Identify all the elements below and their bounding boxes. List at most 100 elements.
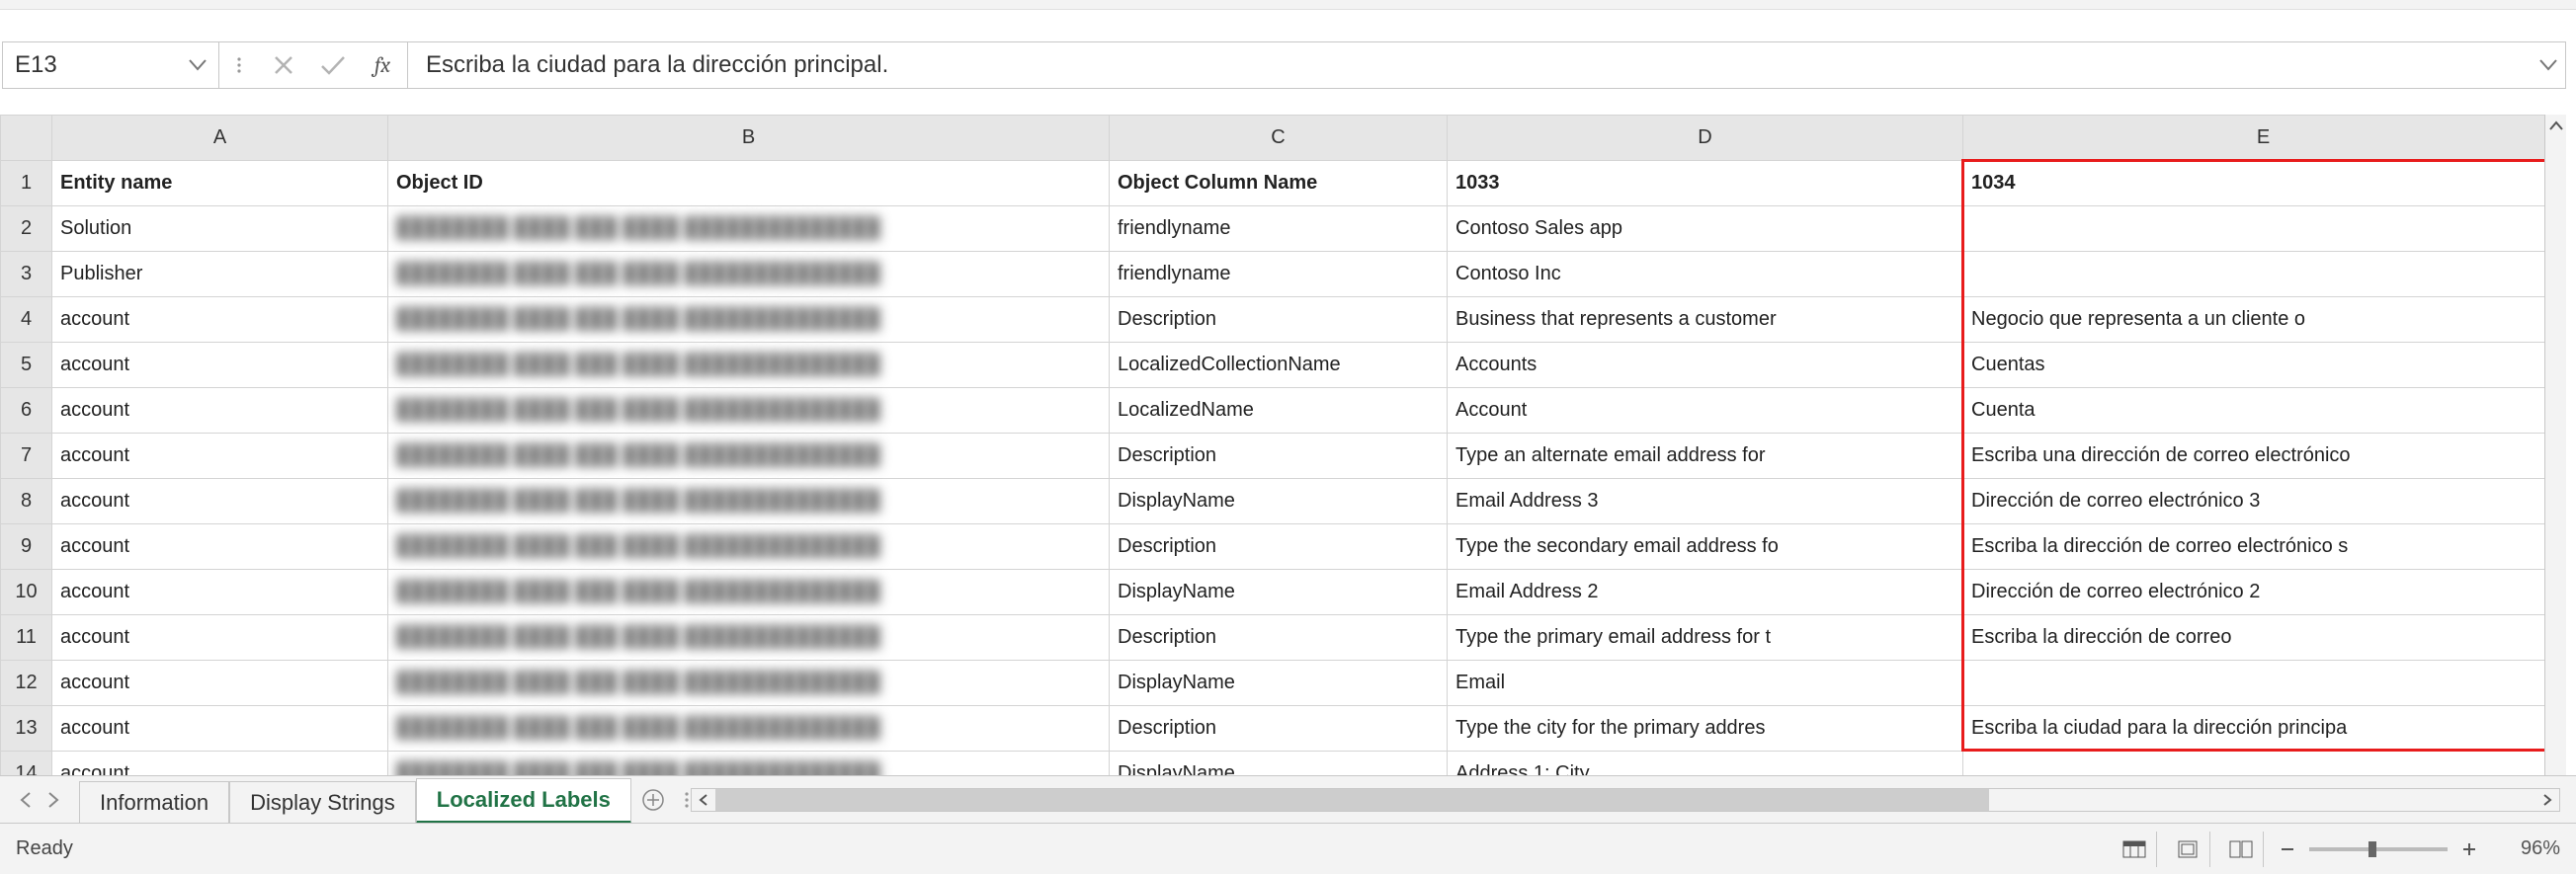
hscroll-grip-icon[interactable]: [682, 788, 692, 812]
scroll-up-icon[interactable]: [2545, 115, 2566, 136]
row-header[interactable]: 5: [1, 343, 52, 388]
cell-D2[interactable]: Contoso Sales app: [1448, 206, 1963, 252]
col-header-D[interactable]: D: [1448, 116, 1963, 161]
name-box-resize-grip[interactable]: [219, 41, 259, 89]
cell-B6[interactable]: ████████ ████ ███ ████ ██████████████: [388, 388, 1110, 434]
cell-D8[interactable]: Email Address 3: [1448, 479, 1963, 524]
cell-B4[interactable]: ████████ ████ ███ ████ ██████████████: [388, 297, 1110, 343]
horizontal-scrollbar[interactable]: [691, 788, 2560, 812]
cell-E11[interactable]: Escriba la dirección de correo: [1963, 615, 2545, 661]
cell-B13[interactable]: ████████ ████ ███ ████ ██████████████: [388, 706, 1110, 752]
row-header[interactable]: 1: [1, 161, 52, 206]
cell-B2[interactable]: ████████ ████ ███ ████ ██████████████: [388, 206, 1110, 252]
cell-D12[interactable]: Email: [1448, 661, 1963, 706]
name-box-dropdown-icon[interactable]: [189, 59, 207, 71]
cancel-formula-button[interactable]: [259, 42, 308, 88]
cell-A6[interactable]: account: [52, 388, 388, 434]
cell-A2[interactable]: Solution: [52, 206, 388, 252]
cell-E12[interactable]: [1963, 661, 2545, 706]
cell-A3[interactable]: Publisher: [52, 252, 388, 297]
cell-E3[interactable]: [1963, 252, 2545, 297]
cell-E6[interactable]: Cuenta: [1963, 388, 2545, 434]
cell-D1[interactable]: 1033: [1448, 161, 1963, 206]
cell-E1[interactable]: 1034: [1963, 161, 2545, 206]
cell-B1[interactable]: Object ID: [388, 161, 1110, 206]
cell-C4[interactable]: Description: [1110, 297, 1448, 343]
cell-B11[interactable]: ████████ ████ ███ ████ ██████████████: [388, 615, 1110, 661]
cell-E4[interactable]: Negocio que representa a un cliente o: [1963, 297, 2545, 343]
enter-formula-button[interactable]: [308, 42, 358, 88]
cell-E14[interactable]: [1963, 752, 2545, 776]
cell-D4[interactable]: Business that represents a customer: [1448, 297, 1963, 343]
cell-E8[interactable]: Dirección de correo electrónico 3: [1963, 479, 2545, 524]
add-sheet-button[interactable]: [631, 788, 675, 812]
row-header[interactable]: 13: [1, 706, 52, 752]
zoom-slider-thumb[interactable]: [2368, 841, 2376, 857]
view-page-layout-button[interactable]: [2165, 832, 2210, 867]
cell-A11[interactable]: account: [52, 615, 388, 661]
cell-A12[interactable]: account: [52, 661, 388, 706]
hscroll-thumb[interactable]: [715, 789, 1990, 811]
cell-B14[interactable]: ████████ ████ ███ ████ ██████████████: [388, 752, 1110, 776]
col-header-C[interactable]: C: [1110, 116, 1448, 161]
cell-A5[interactable]: account: [52, 343, 388, 388]
cell-D13[interactable]: Type the city for the primary addres: [1448, 706, 1963, 752]
scroll-right-icon[interactable]: [2535, 789, 2559, 811]
cell-C9[interactable]: Description: [1110, 524, 1448, 570]
zoom-slider[interactable]: [2309, 847, 2448, 851]
cell-A10[interactable]: account: [52, 570, 388, 615]
cell-A1[interactable]: Entity name: [52, 161, 388, 206]
sheet-tab-information[interactable]: Information: [79, 781, 229, 824]
cell-D3[interactable]: Contoso Inc: [1448, 252, 1963, 297]
cell-C7[interactable]: Description: [1110, 434, 1448, 479]
cell-D9[interactable]: Type the secondary email address fo: [1448, 524, 1963, 570]
worksheet-grid[interactable]: A B C D E 1Entity nameObject IDObject Co…: [0, 115, 2544, 775]
cell-C3[interactable]: friendlyname: [1110, 252, 1448, 297]
col-header-A[interactable]: A: [52, 116, 388, 161]
row-header[interactable]: 3: [1, 252, 52, 297]
cell-B9[interactable]: ████████ ████ ███ ████ ██████████████: [388, 524, 1110, 570]
cell-A9[interactable]: account: [52, 524, 388, 570]
cell-B7[interactable]: ████████ ████ ███ ████ ██████████████: [388, 434, 1110, 479]
row-header[interactable]: 14: [1, 752, 52, 776]
cell-C14[interactable]: DisplayName: [1110, 752, 1448, 776]
insert-function-button[interactable]: fx: [358, 42, 407, 88]
cell-A8[interactable]: account: [52, 479, 388, 524]
cell-E7[interactable]: Escriba una dirección de correo electrón…: [1963, 434, 2545, 479]
cell-C10[interactable]: DisplayName: [1110, 570, 1448, 615]
cell-B8[interactable]: ████████ ████ ███ ████ ██████████████: [388, 479, 1110, 524]
zoom-percent[interactable]: 96%: [2491, 837, 2560, 860]
hscroll-track[interactable]: [715, 789, 2535, 811]
cell-D14[interactable]: Address 1: City: [1448, 752, 1963, 776]
zoom-out-button[interactable]: [2280, 841, 2295, 857]
cell-C1[interactable]: Object Column Name: [1110, 161, 1448, 206]
cell-D10[interactable]: Email Address 2: [1448, 570, 1963, 615]
name-box[interactable]: E13: [2, 41, 219, 89]
view-normal-button[interactable]: [2112, 832, 2157, 867]
cell-E5[interactable]: Cuentas: [1963, 343, 2545, 388]
cell-E9[interactable]: Escriba la dirección de correo electróni…: [1963, 524, 2545, 570]
formula-bar[interactable]: Escriba la ciudad para la dirección prin…: [407, 41, 2566, 89]
scroll-left-icon[interactable]: [692, 789, 715, 811]
cell-C8[interactable]: DisplayName: [1110, 479, 1448, 524]
tab-nav-prev-icon[interactable]: [20, 792, 32, 808]
cell-E10[interactable]: Dirección de correo electrónico 2: [1963, 570, 2545, 615]
cell-C6[interactable]: LocalizedName: [1110, 388, 1448, 434]
cell-C11[interactable]: Description: [1110, 615, 1448, 661]
row-header[interactable]: 8: [1, 479, 52, 524]
cell-A4[interactable]: account: [52, 297, 388, 343]
row-header[interactable]: 9: [1, 524, 52, 570]
cell-C5[interactable]: LocalizedCollectionName: [1110, 343, 1448, 388]
cell-B12[interactable]: ████████ ████ ███ ████ ██████████████: [388, 661, 1110, 706]
cell-A13[interactable]: account: [52, 706, 388, 752]
row-header[interactable]: 7: [1, 434, 52, 479]
formula-bar-expand-icon[interactable]: [2539, 59, 2557, 71]
tab-nav-next-icon[interactable]: [47, 792, 59, 808]
cell-D11[interactable]: Type the primary email address for t: [1448, 615, 1963, 661]
cell-A7[interactable]: account: [52, 434, 388, 479]
cell-C12[interactable]: DisplayName: [1110, 661, 1448, 706]
sheet-tab-localized-labels[interactable]: Localized Labels: [416, 778, 631, 824]
cell-E13[interactable]: Escriba la ciudad para la dirección prin…: [1963, 706, 2545, 752]
cell-C13[interactable]: Description: [1110, 706, 1448, 752]
cell-C2[interactable]: friendlyname: [1110, 206, 1448, 252]
